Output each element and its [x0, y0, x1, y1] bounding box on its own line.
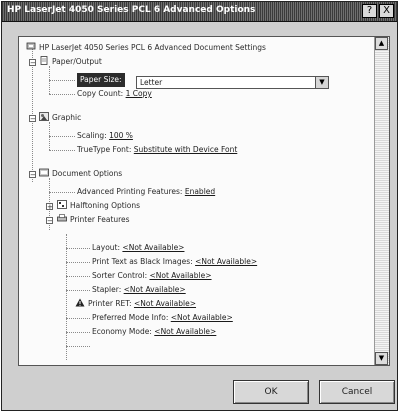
feature-sorter-control-label: Sorter Control:	[92, 271, 148, 280]
paper-size-select[interactable]: Letter ▼	[136, 76, 329, 89]
halftoning-label: Halftoning Options	[70, 201, 141, 210]
feature-layout[interactable]: Layout: <Not Available>	[92, 241, 184, 255]
paper-output-expander[interactable]: −	[29, 59, 36, 67]
tree-connector	[66, 262, 90, 263]
scaling-setting[interactable]: Scaling: 100 %	[77, 129, 133, 143]
feature-printer-ret-label: Printer RET:	[88, 299, 132, 308]
feature-sorter-control[interactable]: Sorter Control: <Not Available>	[92, 269, 212, 283]
paper-size-value: Letter	[140, 78, 163, 87]
tree-connector	[66, 332, 90, 333]
truetype-font-setting[interactable]: TrueType Font: Substitute with Device Fo…	[77, 143, 237, 157]
feature-print-text-black-value[interactable]: <Not Available>	[195, 255, 257, 269]
printer-features-label: Printer Features	[70, 215, 130, 224]
advanced-options-dialog: HP LaserJet 4050 Series PCL 6 Advanced O…	[1, 1, 398, 411]
advanced-printing-value[interactable]: Enabled	[185, 185, 215, 199]
tree-connector	[66, 248, 90, 249]
ok-button[interactable]: OK	[233, 380, 309, 404]
tree-connector	[49, 80, 75, 81]
truetype-font-value[interactable]: Substitute with Device Font	[134, 143, 238, 157]
scaling-label: Scaling:	[77, 131, 107, 140]
printer-features-expander[interactable]: −	[46, 217, 53, 225]
feature-layout-value[interactable]: <Not Available>	[122, 241, 184, 255]
tree-node-halftoning[interactable]: Halftoning Options	[57, 199, 140, 213]
chevron-down-icon[interactable]: ▼	[315, 77, 328, 88]
feature-layout-label: Layout:	[92, 243, 121, 252]
feature-stapler-label: Stapler:	[92, 285, 122, 294]
feature-economy-mode[interactable]: Economy Mode: <Not Available>	[92, 325, 216, 339]
title-bar[interactable]: HP LaserJet 4050 Series PCL 6 Advanced O…	[2, 2, 397, 22]
printer-features-icon	[57, 214, 67, 223]
vertical-scrollbar[interactable]: ▲ ▼	[374, 37, 389, 365]
tree-connector	[49, 192, 75, 193]
tree-node-document-options[interactable]: Document Options	[39, 167, 122, 181]
scaling-value[interactable]: 100 %	[109, 129, 133, 143]
help-button[interactable]: ?	[362, 4, 377, 18]
paper-output-label: Paper/Output	[52, 57, 102, 66]
truetype-font-label: TrueType Font:	[77, 145, 132, 154]
advanced-printing-label: Advanced Printing Features:	[77, 187, 183, 196]
feature-preferred-mode-label: Preferred Mode Info:	[92, 313, 169, 322]
window-title: HP LaserJet 4050 Series PCL 6 Advanced O…	[7, 5, 256, 15]
tree-connector	[49, 136, 75, 137]
settings-tree[interactable]: HP LaserJet 4050 Series PCL 6 Advanced D…	[18, 36, 390, 366]
feature-preferred-mode[interactable]: Preferred Mode Info: <Not Available>	[92, 311, 233, 325]
tree-connector	[66, 234, 67, 360]
tree-node-paper-output[interactable]: Paper/Output	[39, 55, 102, 69]
feature-printer-ret[interactable]: Printer RET: <Not Available>	[75, 297, 196, 311]
scroll-down-icon[interactable]: ▼	[375, 352, 388, 365]
cancel-button[interactable]: Cancel	[319, 380, 395, 404]
tree-node-printer-features[interactable]: Printer Features	[57, 213, 130, 227]
paper-output-icon	[39, 56, 49, 65]
copy-count-setting[interactable]: Copy Count: 1 Copy	[77, 87, 152, 101]
halftoning-icon	[57, 200, 67, 209]
paper-size-setting[interactable]: Paper Size:	[77, 73, 125, 87]
feature-economy-mode-label: Economy Mode:	[92, 327, 152, 336]
tree-connector	[66, 290, 90, 291]
tree-connector	[66, 318, 90, 319]
scroll-up-icon[interactable]: ▲	[375, 37, 388, 50]
tree-connector	[49, 94, 75, 95]
feature-sorter-control-value[interactable]: <Not Available>	[149, 269, 211, 283]
feature-economy-mode-value[interactable]: <Not Available>	[154, 325, 216, 339]
graphic-expander[interactable]: −	[29, 115, 36, 123]
copy-count-label: Copy Count:	[77, 89, 124, 98]
tree-node-graphic[interactable]: Graphic	[39, 111, 81, 125]
feature-printer-ret-value[interactable]: <Not Available>	[134, 297, 196, 311]
feature-stapler-value[interactable]: <Not Available>	[124, 283, 186, 297]
document-options-label: Document Options	[52, 169, 123, 178]
close-button[interactable]: X	[379, 4, 394, 18]
document-options-expander[interactable]: −	[29, 171, 36, 179]
tree-connector	[49, 150, 75, 151]
advanced-printing-setting[interactable]: Advanced Printing Features: Enabled	[77, 185, 215, 199]
graphic-icon	[39, 112, 49, 121]
halftoning-expander[interactable]: +	[46, 203, 53, 211]
feature-preferred-mode-value[interactable]: <Not Available>	[171, 311, 233, 325]
tree-connector	[66, 276, 90, 277]
copy-count-value[interactable]: 1 Copy	[126, 87, 152, 101]
tree-root[interactable]: HP LaserJet 4050 Series PCL 6 Advanced D…	[26, 41, 266, 55]
feature-print-text-black-label: Print Text as Black Images:	[92, 257, 193, 266]
paper-size-label: Paper Size:	[77, 73, 125, 87]
feature-print-text-black[interactable]: Print Text as Black Images: <Not Availab…	[92, 255, 257, 269]
warning-icon	[75, 298, 85, 307]
document-options-icon	[39, 168, 49, 177]
feature-stapler[interactable]: Stapler: <Not Available>	[92, 283, 186, 297]
tree-root-label: HP LaserJet 4050 Series PCL 6 Advanced D…	[39, 43, 266, 52]
graphic-label: Graphic	[52, 113, 82, 122]
printer-settings-icon	[26, 42, 36, 51]
tree-content: HP LaserJet 4050 Series PCL 6 Advanced D…	[19, 37, 374, 365]
tree-connector	[66, 346, 90, 347]
